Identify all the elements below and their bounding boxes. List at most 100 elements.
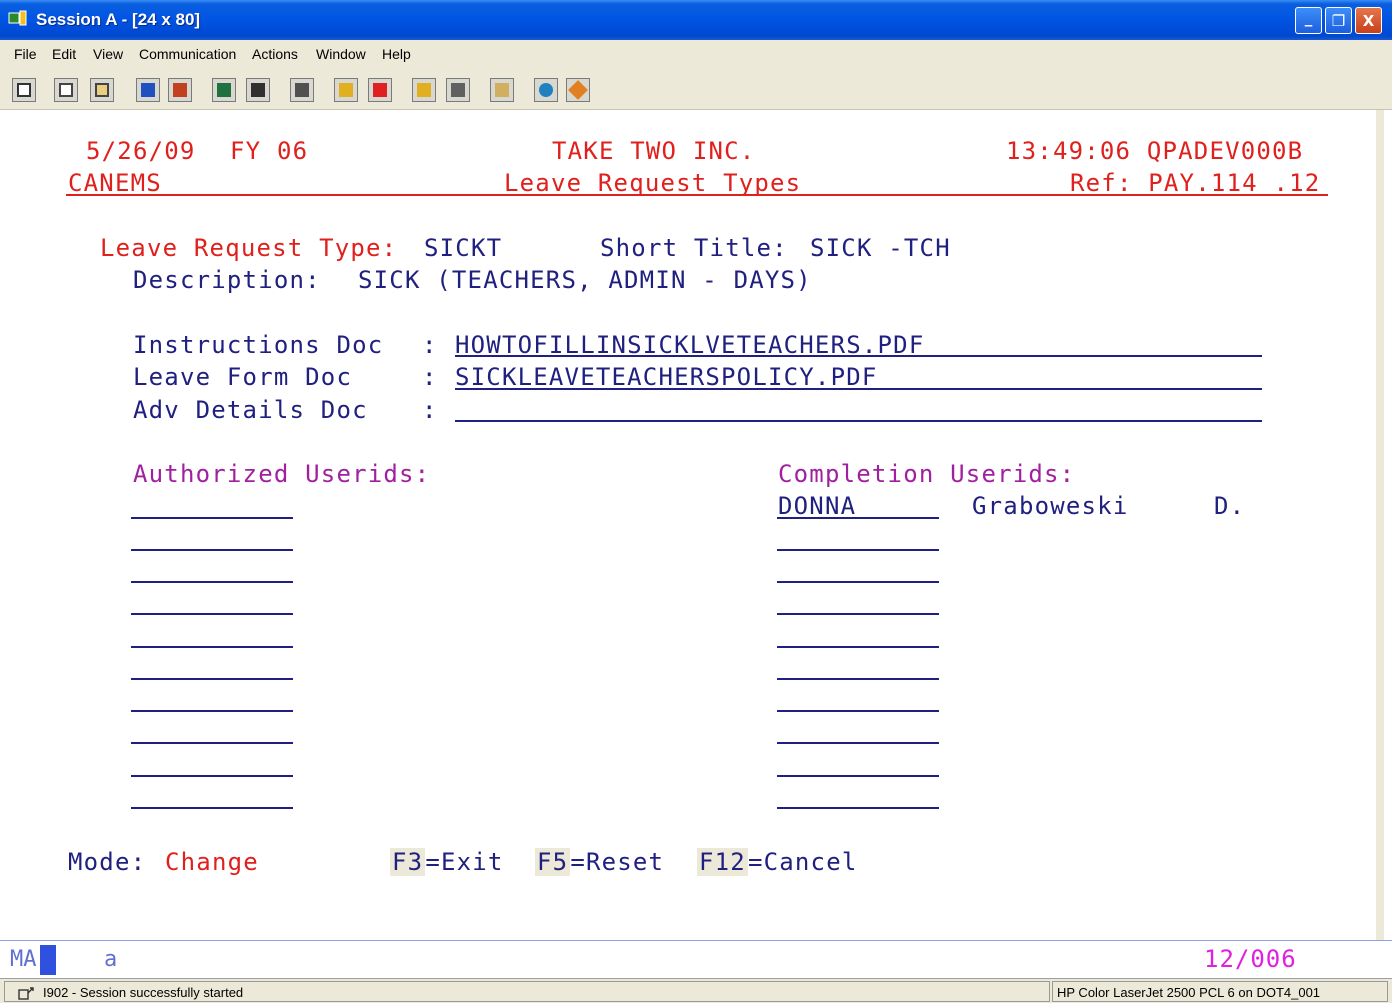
macro-stop-icon xyxy=(373,83,387,97)
f12-cancel-key[interactable]: F12=Cancel xyxy=(697,848,858,876)
menu-edit[interactable]: Edit xyxy=(52,46,76,62)
header-fy: FY 06 xyxy=(230,137,309,165)
display-button[interactable] xyxy=(212,78,236,102)
completion-userid-field[interactable]: DONNA xyxy=(778,492,856,520)
menu-help[interactable]: Help xyxy=(382,46,411,62)
maximize-button[interactable]: ❐ xyxy=(1325,7,1352,34)
printer-name: HP Color LaserJet 2500 PCL 6 on DOT4_001 xyxy=(1057,985,1321,1000)
macro-stop-button[interactable] xyxy=(368,78,392,102)
authorized-userid-field[interactable] xyxy=(131,775,293,777)
macro-play-icon xyxy=(339,83,353,97)
window-title: Session A - [24 x 80] xyxy=(36,10,201,29)
completion-userid-field[interactable] xyxy=(777,678,939,680)
macro-record-icon xyxy=(295,83,309,97)
clipboard-icon xyxy=(495,83,509,97)
description-label: Description: xyxy=(133,266,321,294)
leave-form-doc-label: Leave Form Doc xyxy=(133,363,353,391)
print-screen-button[interactable] xyxy=(12,78,36,102)
send-button[interactable] xyxy=(136,78,160,102)
page-title: Leave Request Types xyxy=(504,169,802,197)
menu-communication[interactable]: Communication xyxy=(139,46,236,62)
macro-run-icon xyxy=(451,83,465,97)
keypad-icon xyxy=(251,83,265,97)
authorized-userid-field[interactable] xyxy=(131,742,293,744)
authorized-userid-field[interactable] xyxy=(131,807,293,809)
leave-form-doc-underline xyxy=(455,388,1262,390)
authorized-userid-field[interactable] xyxy=(131,549,293,551)
completion-userid-field[interactable] xyxy=(777,710,939,712)
completion-userid-field[interactable] xyxy=(777,581,939,583)
printer-pane: HP Color LaserJet 2500 PCL 6 on DOT4_001 xyxy=(1052,981,1388,1002)
header-time-system: 13:49:06 QPADEV000B xyxy=(1006,137,1304,165)
paste-button[interactable] xyxy=(90,78,114,102)
authorized-userid-field[interactable] xyxy=(131,517,293,519)
leave-form-doc-field[interactable]: SICKLEAVETEACHERSPOLICY.PDF xyxy=(455,363,878,391)
clipboard-button[interactable] xyxy=(490,78,514,102)
authorized-userid-field[interactable] xyxy=(131,678,293,680)
menu-view[interactable]: View xyxy=(93,46,123,62)
restore-icon: ❐ xyxy=(1331,11,1346,30)
header-date: 5/26/09 xyxy=(86,137,196,165)
globe-icon xyxy=(539,83,553,97)
authorized-userid-field[interactable] xyxy=(131,646,293,648)
instructions-doc-colon: : xyxy=(422,331,438,359)
paste-icon xyxy=(95,83,109,97)
copy-button[interactable] xyxy=(54,78,78,102)
mode-label: Mode: xyxy=(68,848,147,876)
print-screen-icon xyxy=(17,83,31,97)
copy-icon xyxy=(59,83,73,97)
cursor-position: 12/006 xyxy=(1204,945,1297,973)
completion-userid-field[interactable] xyxy=(777,807,939,809)
menu-file[interactable]: File xyxy=(14,46,37,62)
send-icon xyxy=(141,83,155,97)
completion-userid-field[interactable] xyxy=(777,775,939,777)
completion-userid-field[interactable] xyxy=(777,646,939,648)
f5-reset-key[interactable]: F5=Reset xyxy=(535,848,664,876)
f3-key: F3 xyxy=(390,848,426,876)
header-ref: Ref: PAY.114 .12 xyxy=(1070,169,1321,197)
f3-exit-key[interactable]: F3=Exit xyxy=(390,848,504,876)
adv-details-doc-colon: : xyxy=(422,396,438,424)
completion-userid-underline xyxy=(777,517,939,519)
receive-button[interactable] xyxy=(168,78,192,102)
header-underline xyxy=(66,194,1328,196)
status-bar: I902 - Session successfully started HP C… xyxy=(0,978,1392,1003)
macro-edit-icon xyxy=(417,83,431,97)
minimize-button[interactable]: _ xyxy=(1295,7,1322,34)
menu-actions[interactable]: Actions xyxy=(252,46,298,62)
macro-run-button[interactable] xyxy=(446,78,470,102)
title-bar[interactable]: Session A - [24 x 80] _ ❐ X xyxy=(0,0,1392,40)
macro-edit-button[interactable] xyxy=(412,78,436,102)
keypad-button[interactable] xyxy=(246,78,270,102)
status-message-pane: I902 - Session successfully started xyxy=(4,981,1050,1002)
globe-button[interactable] xyxy=(534,78,558,102)
authorized-userid-field[interactable] xyxy=(131,710,293,712)
f12-text: =Cancel xyxy=(747,848,858,876)
menu-window[interactable]: Window xyxy=(316,46,366,62)
leave-type-label: Leave Request Type: xyxy=(100,234,398,262)
toolbar xyxy=(0,70,1392,110)
completion-userid-field[interactable] xyxy=(777,742,939,744)
completion-userid-field[interactable] xyxy=(777,549,939,551)
menu-bar: File Edit View Communication Actions Win… xyxy=(0,40,1392,70)
close-button[interactable]: X xyxy=(1355,7,1382,34)
mode-value: Change xyxy=(165,848,259,876)
terminal-screen[interactable]: 5/26/09 FY 06 TAKE TWO INC. 13:49:06 QPA… xyxy=(0,110,1384,942)
completion-userid-field[interactable] xyxy=(777,613,939,615)
macro-record-button[interactable] xyxy=(290,78,314,102)
macro-play-button[interactable] xyxy=(334,78,358,102)
f5-text: =Reset xyxy=(570,848,665,876)
authorized-userid-field[interactable] xyxy=(131,581,293,583)
completion-user-lastname: Graboweski xyxy=(972,492,1129,520)
map-button[interactable] xyxy=(566,78,590,102)
header-company: TAKE TWO INC. xyxy=(552,137,756,165)
completion-userids-label: Completion Userids: xyxy=(778,460,1076,488)
keyboard-lock-indicator xyxy=(40,945,56,975)
authorized-userid-field[interactable] xyxy=(131,613,293,615)
display-icon xyxy=(217,83,231,97)
close-icon: X xyxy=(1362,11,1375,30)
leave-type-value: SICKT xyxy=(424,234,503,262)
instructions-doc-label: Instructions Doc xyxy=(133,331,384,359)
map-icon xyxy=(568,80,588,100)
minimize-icon: _ xyxy=(1304,8,1313,27)
